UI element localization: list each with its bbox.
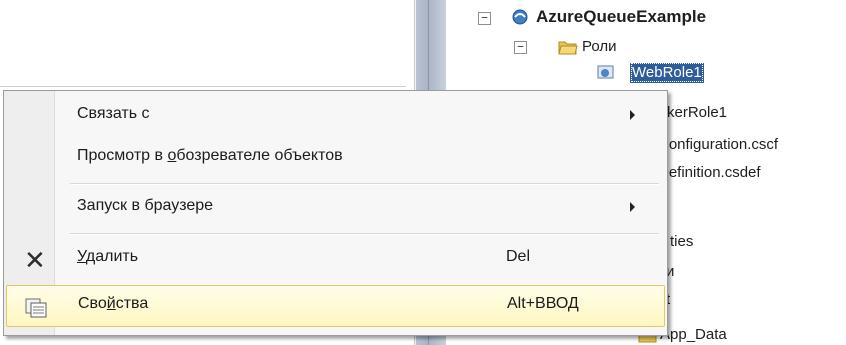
submenu-arrow-icon bbox=[630, 202, 635, 212]
service-configuration-node-label[interactable]: Configuration.cscf bbox=[658, 135, 778, 155]
delete-x-icon: ✕ bbox=[24, 246, 46, 276]
menu-item-link-with-label: Связать с bbox=[77, 105, 150, 122]
panel-divider bbox=[0, 86, 406, 87]
app-data-node-label[interactable]: App_Data bbox=[660, 325, 727, 345]
menu-item-properties-label: Свойства bbox=[78, 295, 149, 312]
menu-item-launch-in-browser-label: Запуск в браузере bbox=[77, 197, 214, 214]
service-definition-node-label[interactable]: Definition.csdef bbox=[658, 163, 761, 183]
collapse-roles-expander[interactable]: − bbox=[514, 41, 527, 54]
webrole-label: WebRole1 bbox=[631, 63, 703, 82]
menu-separator bbox=[70, 183, 659, 185]
workerrole-node-label[interactable]: rkerRole1 bbox=[662, 103, 727, 123]
context-menu: Связать с Просмотр в обозревателе объект… bbox=[3, 90, 668, 336]
menu-item-delete-shortcut: Del bbox=[506, 248, 531, 265]
collapse-project-expander[interactable]: − bbox=[478, 12, 491, 25]
roles-folder-label[interactable]: Роли bbox=[582, 37, 617, 57]
menu-item-properties-shortcut: Alt+ВВОД bbox=[507, 295, 579, 312]
menu-item-view-in-object-browser-label: Просмотр в обозревателе объектов bbox=[77, 147, 343, 164]
properties-node-label[interactable]: ties bbox=[670, 232, 693, 252]
menu-item-properties[interactable]: Свойства Alt+ВВОД bbox=[6, 285, 665, 327]
menu-item-link-with[interactable]: Связать с bbox=[6, 94, 665, 138]
menu-separator bbox=[70, 233, 659, 235]
menu-item-view-in-object-browser[interactable]: Просмотр в обозревателе объектов bbox=[6, 136, 665, 180]
webrole-node-selected[interactable]: WebRole1 bbox=[630, 63, 704, 83]
folder-open-icon bbox=[558, 41, 578, 55]
menu-item-delete-label: Удалить bbox=[77, 248, 139, 265]
menu-item-delete[interactable]: ✕ Удалить Del bbox=[6, 237, 665, 281]
submenu-arrow-icon bbox=[630, 110, 635, 120]
webrole-icon bbox=[597, 65, 614, 79]
azure-project-icon bbox=[512, 9, 528, 25]
properties-icon bbox=[25, 298, 47, 318]
project-node-label[interactable]: AzureQueueExample bbox=[536, 7, 706, 27]
menu-item-launch-in-browser[interactable]: Запуск в браузере bbox=[6, 186, 665, 230]
